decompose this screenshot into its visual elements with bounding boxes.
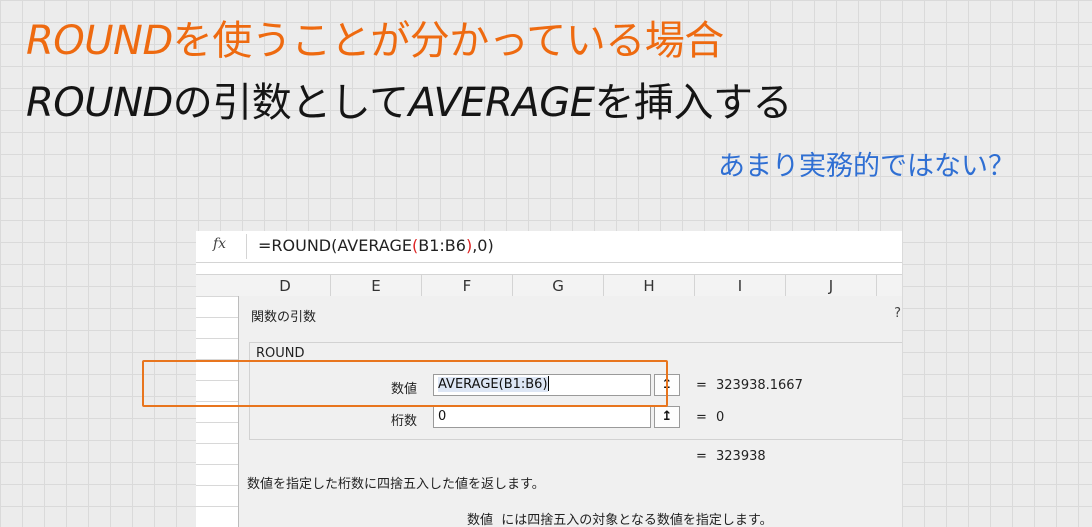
column-header-d[interactable]: D bbox=[240, 275, 331, 296]
argument-description-name: 数値 bbox=[467, 513, 494, 527]
formula-part-1: =ROUND(AVERAGE bbox=[258, 236, 412, 255]
total-result: 323938 bbox=[716, 449, 766, 464]
formula-part-2: ,0) bbox=[472, 236, 494, 255]
row-header-column bbox=[196, 296, 239, 527]
function-name-label: ROUND bbox=[256, 346, 305, 361]
total-equals: = bbox=[696, 449, 707, 464]
title-line-2-text-a: の引数として bbox=[172, 80, 409, 126]
column-header-i[interactable]: I bbox=[695, 275, 786, 296]
formula-bar: fx =ROUND(AVERAGE(B1:B6),0) bbox=[196, 231, 902, 263]
slide-title-line-2: ROUNDの引数としてAVERAGEを挿入する bbox=[26, 79, 793, 127]
formula-bar-divider bbox=[246, 234, 247, 259]
column-header-g[interactable]: G bbox=[513, 275, 604, 296]
title-line-1-text: を使うことが分かっている場合 bbox=[172, 18, 725, 64]
dialog-title: 関数の引数 bbox=[251, 310, 317, 325]
column-header-j[interactable]: J bbox=[786, 275, 877, 296]
title-line-2-text-b: を挿入する bbox=[594, 80, 793, 126]
formula-range: B1:B6 bbox=[418, 236, 466, 255]
function-arguments-dialog: 関数の引数 ? ROUND 数値 AVERAGE(B1:B6) ↥ = 3239… bbox=[238, 296, 902, 527]
title-average-keyword: AVERAGE bbox=[408, 80, 595, 126]
upload-arrow-icon: ↥ bbox=[661, 409, 673, 424]
column-header-f[interactable]: F bbox=[422, 275, 513, 296]
help-button[interactable]: ? bbox=[894, 306, 901, 321]
highlight-box bbox=[142, 360, 668, 407]
title-round-keyword: ROUND bbox=[26, 18, 173, 64]
number-equals: = bbox=[696, 378, 707, 393]
fx-icon[interactable]: fx bbox=[213, 236, 226, 252]
argument-description: 数値 には四捨五入の対象となる数値を指定します。 bbox=[467, 509, 773, 527]
arg-label-digits: 桁数 bbox=[391, 414, 418, 429]
number-result: 323938.1667 bbox=[716, 378, 803, 393]
column-header-e[interactable]: E bbox=[331, 275, 422, 296]
digits-collapse-button[interactable]: ↥ bbox=[654, 406, 680, 428]
digits-result: 0 bbox=[716, 410, 725, 425]
function-description: 数値を指定した桁数に四捨五入した値を返します。 bbox=[247, 477, 545, 492]
formula-input[interactable]: =ROUND(AVERAGE(B1:B6),0) bbox=[258, 236, 494, 255]
argument-description-text: には四捨五入の対象となる数値を指定します。 bbox=[501, 513, 773, 527]
column-header-row: D E F G H I J bbox=[196, 274, 902, 297]
title-round-keyword-2: ROUND bbox=[26, 80, 173, 126]
digits-input[interactable]: 0 bbox=[433, 406, 651, 428]
slide-title-line-1: ROUNDを使うことが分かっている場合 bbox=[26, 17, 724, 65]
column-header-h[interactable]: H bbox=[604, 275, 695, 296]
digits-equals: = bbox=[696, 410, 707, 425]
side-note: あまり実務的ではない？ bbox=[718, 151, 1015, 182]
